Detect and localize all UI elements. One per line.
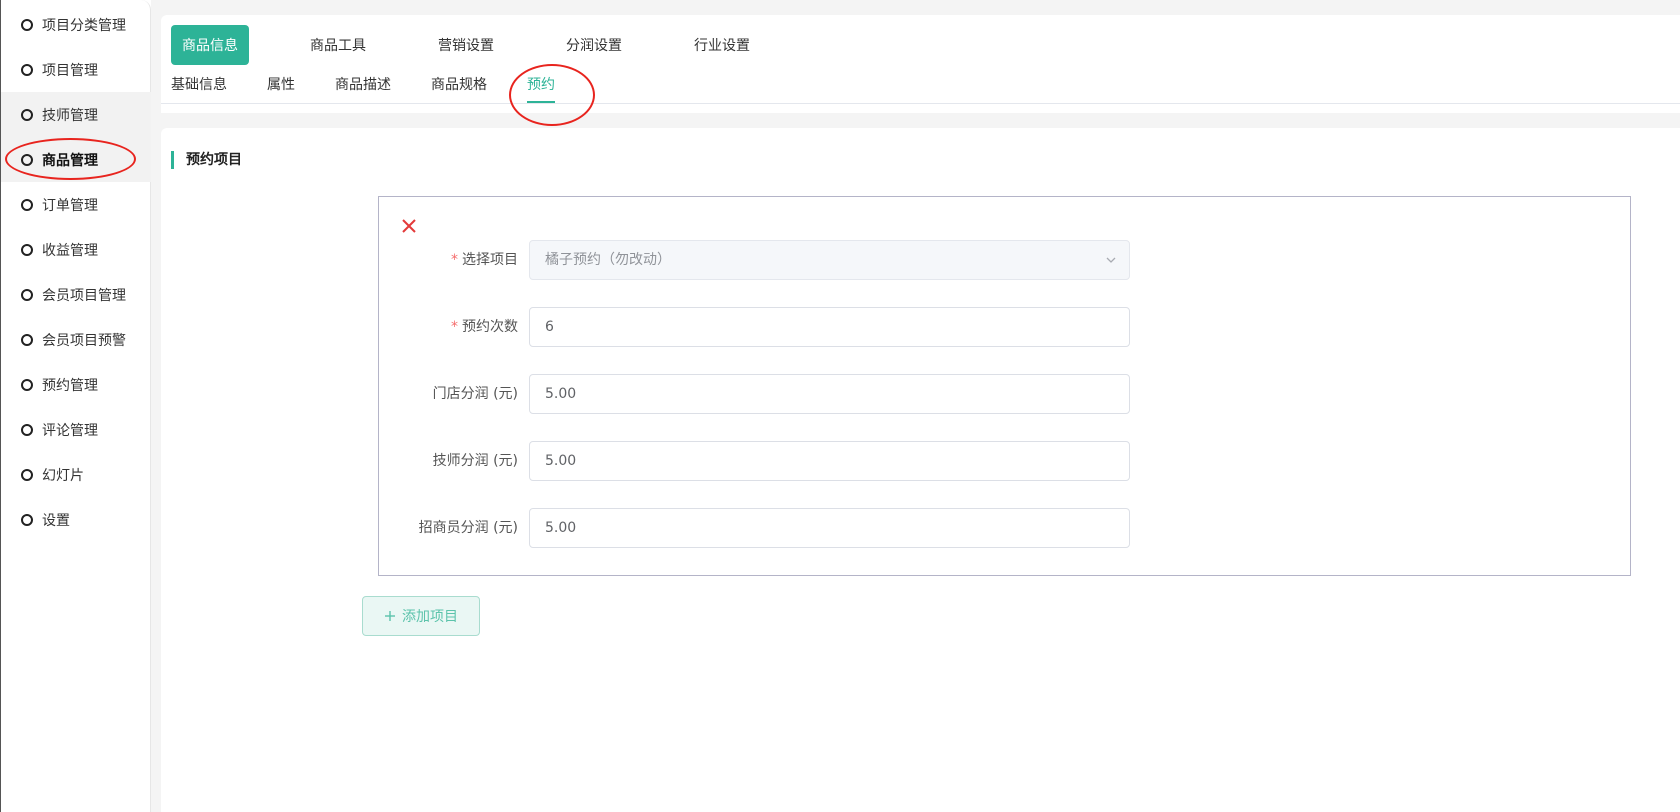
required-mark: *: [451, 252, 458, 268]
section-title: 预约项目: [171, 151, 242, 169]
circle-icon: [21, 333, 33, 346]
tab-goods-tools[interactable]: 商品工具: [298, 25, 378, 65]
sidebar-item-slideshow[interactable]: 幻灯片: [1, 452, 151, 497]
select-project-value: 橘子预约（勿改动）: [545, 252, 671, 268]
sidebar-item-label: 幻灯片: [42, 467, 84, 484]
tab-profit-share-settings[interactable]: 分润设置: [554, 25, 634, 65]
tab-label: 行业设置: [694, 38, 750, 54]
store-share-label: 门店分润 (元): [432, 386, 518, 402]
sidebar-item-project-management[interactable]: 项目管理: [1, 47, 151, 92]
circle-icon: [21, 513, 33, 526]
subtab-goods-description[interactable]: 商品描述: [335, 75, 391, 103]
subtab-label: 属性: [267, 77, 295, 93]
technician-share-label: 技师分润 (元): [432, 453, 518, 469]
subtab-goods-specs[interactable]: 商品规格: [431, 75, 487, 103]
sidebar-item-label: 技师管理: [42, 107, 98, 124]
sidebar-item-member-project-management[interactable]: 会员项目管理: [1, 272, 151, 317]
sidebar-item-order-management[interactable]: 订单管理: [1, 182, 151, 227]
tab-goods-info[interactable]: 商品信息: [171, 25, 249, 65]
tab-label: 营销设置: [438, 38, 494, 54]
sidebar-item-booking-management[interactable]: 预约管理: [1, 362, 151, 407]
circle-icon: [21, 468, 33, 481]
sidebar-item-category-management[interactable]: 项目分类管理: [1, 2, 151, 47]
tab-label: 商品工具: [310, 38, 366, 54]
plus-icon: [385, 611, 395, 621]
subtab-attributes[interactable]: 属性: [267, 75, 295, 103]
circle-icon: [21, 153, 33, 166]
sidebar-item-member-project-warning[interactable]: 会员项目预警: [1, 317, 151, 362]
app-window: 项目分类管理 项目管理 技师管理 商品管理 订单管理 收益管理 会员项目管理 会…: [0, 0, 1680, 812]
sidebar-item-label: 订单管理: [42, 197, 98, 214]
subtab-basic-info[interactable]: 基础信息: [171, 75, 227, 103]
add-project-button[interactable]: 添加项目: [362, 596, 480, 636]
sidebar-item-label: 收益管理: [42, 242, 98, 259]
sidebar-item-income-management[interactable]: 收益管理: [1, 227, 151, 272]
store-share-input[interactable]: [529, 374, 1130, 414]
circle-icon: [21, 288, 33, 301]
merchant-share-label: 招商员分润 (元): [418, 520, 518, 536]
tab-industry-settings[interactable]: 行业设置: [682, 25, 762, 65]
circle-icon: [21, 423, 33, 436]
sidebar-item-technician-management[interactable]: 技师管理: [1, 92, 151, 137]
subtab-label: 商品规格: [431, 77, 487, 93]
select-project-label: * 选择项目: [451, 252, 518, 268]
tab-label: 商品信息: [182, 38, 238, 54]
sidebar-item-label: 设置: [42, 512, 70, 529]
circle-icon: [21, 63, 33, 76]
circle-icon: [21, 108, 33, 121]
subtab-divider: [161, 103, 1680, 104]
sidebar-item-label: 预约管理: [42, 377, 98, 394]
delete-project-icon[interactable]: [398, 215, 420, 237]
subtab-booking[interactable]: 预约: [527, 75, 555, 103]
circle-icon: [21, 18, 33, 31]
select-project-dropdown[interactable]: 橘子预约（勿改动）: [529, 240, 1130, 280]
sidebar-item-label: 商品管理: [42, 152, 98, 169]
circle-icon: [21, 198, 33, 211]
tab-label: 分润设置: [566, 38, 622, 54]
subtab-label: 基础信息: [171, 77, 227, 93]
sidebar-item-label: 项目管理: [42, 62, 98, 79]
circle-icon: [21, 378, 33, 391]
technician-share-input[interactable]: [529, 441, 1130, 481]
sidebar-item-label: 会员项目管理: [42, 287, 126, 304]
sidebar-item-label: 会员项目预警: [42, 332, 126, 349]
booking-count-label: * 预约次数: [451, 319, 518, 335]
add-project-label: 添加项目: [402, 609, 458, 625]
sidebar-item-settings[interactable]: 设置: [1, 497, 151, 542]
subtab-label: 商品描述: [335, 77, 391, 93]
sidebar-item-goods-management[interactable]: 商品管理: [1, 137, 151, 182]
booking-count-input[interactable]: [529, 307, 1130, 347]
required-mark: *: [451, 319, 458, 335]
sidebar-item-label: 评论管理: [42, 422, 98, 439]
sidebar-item-label: 项目分类管理: [42, 17, 126, 34]
subtab-label: 预约: [527, 77, 555, 93]
circle-icon: [21, 243, 33, 256]
chevron-down-icon: [1106, 257, 1116, 263]
sidebar-item-comment-management[interactable]: 评论管理: [1, 407, 151, 452]
tab-marketing-settings[interactable]: 营销设置: [426, 25, 506, 65]
sidebar: 项目分类管理 项目管理 技师管理 商品管理 订单管理 收益管理 会员项目管理 会…: [0, 0, 151, 812]
merchant-share-input[interactable]: [529, 508, 1130, 548]
